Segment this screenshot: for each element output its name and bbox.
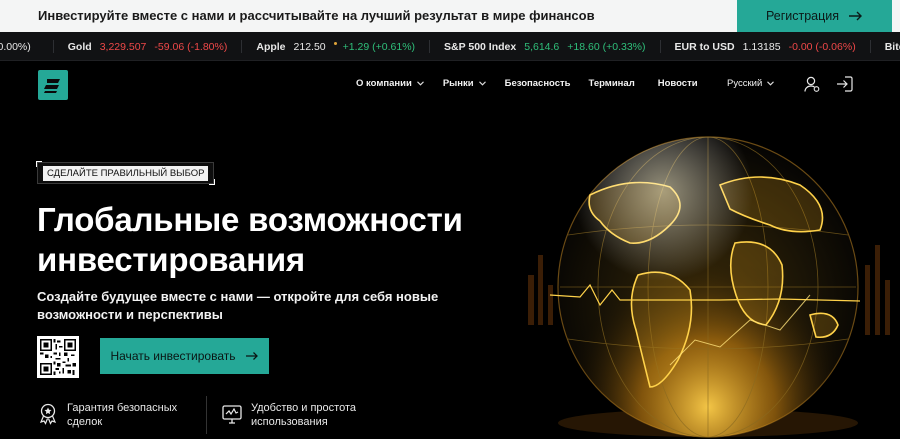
nav-item-news[interactable]: Новости — [658, 78, 698, 89]
ticker-name: Bitcoin — [884, 40, 900, 53]
ticker-item[interactable]: Gold 3,229.507 -59.06 (-1.80%) — [68, 40, 243, 53]
ticker-price: 1.13185 — [742, 40, 781, 53]
chevron-down-icon — [416, 81, 424, 86]
logo-mark-icon — [44, 79, 60, 93]
feature-safe-deals: Гарантия безопасных сделок — [38, 401, 177, 429]
nav-item-label: Терминал — [588, 78, 635, 89]
nav-item-terminal[interactable]: Терминал — [589, 78, 635, 89]
logo[interactable] — [38, 70, 68, 100]
ticker-change: +1.29 (+0.61%) — [342, 40, 416, 53]
ticker-item[interactable]: S&P 500 Index 5,614.6 +18.60 (+0.33%) — [444, 40, 661, 53]
nav-item-security[interactable]: Безопасность — [505, 78, 571, 89]
start-investing-label: Начать инвестировать — [110, 349, 236, 363]
globe-illustration — [520, 125, 900, 439]
feature-line1: Удобство и простота — [251, 402, 356, 414]
feature-line2: сделок — [67, 416, 103, 428]
hero-title-line2: инвестирования — [37, 241, 305, 278]
hero-subtitle: Создайте будущее вместе с нами — откройт… — [37, 289, 439, 322]
user-icon[interactable] — [804, 76, 820, 93]
ticker-name: S&P 500 Index — [444, 40, 517, 53]
ticker-dot-icon — [333, 42, 337, 45]
hero-badge-label: СДЕЛАЙТЕ ПРАВИЛЬНЫЙ ВЫБОР — [43, 165, 209, 181]
ticker-item[interactable]: Apple 212.50 +1.29 (+0.61%) — [256, 40, 431, 53]
hero-badge: СДЕЛАЙТЕ ПРАВИЛЬНЫЙ ВЫБОР — [35, 161, 216, 185]
ticker-change: -59.06 (-1.80%) — [154, 40, 228, 53]
hero-title-line1: Глобальные возможности — [37, 201, 463, 238]
promo-text: Инвестируйте вместе с нами и рассчитывай… — [38, 8, 595, 23]
ticker-name: Apple — [256, 40, 286, 53]
feature-line2: использования — [251, 416, 328, 428]
register-button-label: Регистрация — [765, 9, 840, 23]
nav-item-label: Новости — [657, 78, 698, 89]
language-label: Русский — [727, 78, 763, 89]
nav-item-markets[interactable]: Рынки — [443, 78, 486, 89]
nav-item-label: О компании — [356, 78, 412, 89]
chevron-down-icon — [767, 81, 775, 86]
feature-ease-of-use: Удобство и простота использования — [222, 401, 356, 429]
qr-code-icon — [40, 339, 76, 375]
hero-title: Глобальные возможности инвестирования — [37, 200, 507, 280]
ticker-price: 212.50 — [293, 40, 326, 53]
login-icon[interactable] — [836, 76, 853, 92]
chevron-down-icon — [478, 81, 486, 86]
start-investing-button[interactable]: Начать инвестировать — [100, 338, 269, 374]
register-button[interactable]: Регистрация — [737, 0, 892, 32]
nav-item-label: Рынки — [442, 78, 474, 89]
ticker-price: (0.00%) — [0, 40, 31, 53]
monitor-chart-icon — [222, 405, 242, 424]
ticker-change: -0.00 (-0.06%) — [788, 40, 856, 53]
ticker-item[interactable]: EUR to USD 1.13185 -0.00 (-0.06%) — [675, 40, 871, 53]
feature-divider — [206, 396, 207, 434]
nav-item-label: Безопасность — [504, 78, 571, 89]
ticker-price: 3,229.507 — [99, 40, 147, 53]
ticker-item[interactable]: (0.00%) — [0, 40, 54, 53]
medal-icon — [39, 403, 57, 425]
market-ticker: (0.00%) Gold 3,229.507 -59.06 (-1.80%) Apple… — [0, 32, 900, 61]
main-nav: О компании Рынки Безопасность Терминал Н… — [356, 78, 698, 89]
arrow-right-icon — [245, 352, 258, 360]
nav-item-about[interactable]: О компании — [356, 78, 424, 89]
promo-bar: Инвестируйте вместе с нами и рассчитывай… — [0, 0, 900, 32]
ticker-name: EUR to USD — [674, 40, 735, 53]
ticker-track: (0.00%) Gold 3,229.507 -59.06 (-1.80%) Apple… — [0, 40, 900, 53]
language-selector[interactable]: Русский — [727, 78, 775, 89]
qr-code — [37, 336, 79, 378]
ticker-name: Gold — [67, 40, 92, 53]
arrow-right-icon — [849, 11, 863, 21]
ticker-item[interactable]: Bitcoin96,078 — [885, 40, 900, 53]
ticker-change: +18.60 (+0.33%) — [567, 40, 646, 53]
feature-line1: Гарантия безопасных — [67, 402, 178, 414]
ticker-price: 5,614.6 — [524, 40, 560, 53]
